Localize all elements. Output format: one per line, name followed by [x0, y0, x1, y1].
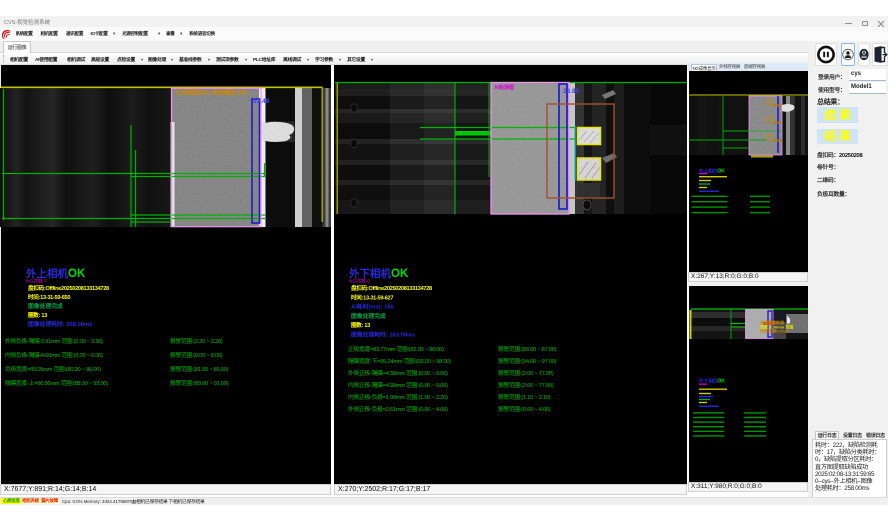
svg-text:内侧正极-隔膜=4.38mm 范围:(0.00 ~ 9.00: 内侧正极-隔膜=4.38mm 范围:(0.00 ~ 9.00) [348, 381, 448, 389]
svg-text:外侧正极-隔膜=4.38mm 范围:(0.00 ~ 9.00: 外侧正极-隔膜=4.38mm 范围:(0.00 ~ 9.00) [348, 369, 448, 377]
svg-text:AI耗时(ms): 166: AI耗时(ms): 166 [351, 303, 395, 311]
svg-text:内侧正极-负极=1.90mm 范围:(1.00 ~ 2.20: 内侧正极-负极=1.90mm 范围:(1.00 ~ 2.20) [348, 393, 448, 401]
svg-text:正极宽度=83.77mm 范围:(82.00 ~ 88.00: 正极宽度=83.77mm 范围:(82.00 ~ 88.00) [348, 345, 444, 353]
svg-text:报警范围:(1.10 ~ 2.10): 报警范围:(1.10 ~ 2.10) [498, 393, 551, 401]
svg-text:内侧负极-隔膜:4.60mm 范围:(3.00 ~ 6.00: 内侧负极-隔膜:4.60mm 范围:(3.00 ~ 6.00) [5, 351, 103, 359]
svg-text:报警范围:(94.00 ~ 97.00): 报警范围:(94.00 ~ 97.00) [498, 357, 557, 365]
svg-text:外侧正极-负极=2.61mm 范围:(0.60 ~ 4.00: 外侧正极-负极=2.61mm 范围:(0.60 ~ 4.00) [348, 405, 448, 413]
svg-text:隔膜宽度-上=90.56mm 范围:(88.00 ~ 92.: 隔膜宽度-上=90.56mm 范围:(88.00 ~ 92.00) [5, 379, 108, 387]
svg-text:外侧负极-隔膜:2.91mm 范围:(2.00 ~ 3.50: 外侧负极-隔膜:2.91mm 范围:(2.00 ~ 3.50) [5, 337, 103, 345]
svg-text:盘扣码:Offline20250208133134728: 盘扣码:Offline20250208133134728 [28, 284, 109, 292]
svg-text:图像处理耗时: 183.00ms: 图像处理耗时: 183.00ms [351, 331, 415, 339]
svg-text:时间:13-31-59-650: 时间:13-31-59-650 [28, 293, 70, 301]
svg-text:AI检测框: AI检测框 [494, 84, 514, 91]
svg-text:时间:13-31-59-627: 时间:13-31-59-627 [351, 294, 393, 302]
svg-text:外上相机OK: 外上相机OK [25, 267, 86, 280]
svg-text:报警范围:(89.00 ~ 91.00): 报警范围:(89.00 ~ 91.00) [170, 379, 229, 387]
svg-text:NG次数:7: NG次数:7 [26, 278, 47, 285]
svg-text:报警范围:(0.60 ~ 4.00): 报警范围:(0.60 ~ 4.00) [498, 405, 551, 413]
svg-text:报警范围:(2.00 ~ 77.00): 报警范围:(2.00 ~ 77.00) [498, 381, 554, 389]
svg-text:报警范围:(0.00 ~ 8.00): 报警范围:(0.00 ~ 8.00) [170, 351, 223, 359]
svg-text:圈数: 13: 圈数: 13 [351, 321, 370, 329]
svg-text:盘扣码:Offline20250208133134728: 盘扣码:Offline20250208133134728 [351, 284, 432, 292]
svg-text:图像处理完成: 图像处理完成 [351, 312, 386, 320]
svg-text:负极宽度=83.05mm 范围:(80.00 ~ 86.00: 负极宽度=83.05mm 范围:(80.00 ~ 86.00) [5, 365, 101, 373]
svg-text:外下相机OK: 外下相机OK [348, 267, 409, 280]
svg-text:NG次数:0: NG次数:0 [349, 278, 370, 285]
svg-text:外下相机OK: 外下相机OK [699, 378, 725, 385]
svg-text:报警范围:(2.20 ~ 3.20): 报警范围:(2.20 ~ 3.20) [170, 337, 223, 345]
svg-text:报警范围:(81.00 ~ 85.00): 报警范围:(81.00 ~ 85.00) [170, 365, 229, 373]
svg-text:23.80: 23.80 [563, 88, 580, 95]
svg-text:图像处理耗时: 258.00ms: 图像处理耗时: 258.00ms [28, 320, 92, 328]
svg-text:隔膜宽度-下=95.24mm 范围:(93.00 ~ 98.: 隔膜宽度-下=95.24mm 范围:(93.00 ~ 98.00) [348, 357, 451, 365]
svg-text:圈数: 13: 圈数: 13 [28, 311, 47, 319]
svg-text:图像处理完成: 图像处理完成 [28, 302, 63, 310]
svg-text:93.48: 93.48 [253, 98, 270, 105]
svg-text:报警范围:(83.00 ~ 87.00): 报警范围:(83.00 ~ 87.00) [498, 345, 557, 353]
svg-text:报警范围:(2.00 ~ 77.00): 报警范围:(2.00 ~ 77.00) [498, 369, 554, 377]
svg-text:间隙检测0.0mm: 间隙检测0.0mm [760, 328, 789, 334]
svg-text:打标阈值:93, 动态阈值:100: 打标阈值:93, 动态阈值:100 [176, 89, 248, 97]
